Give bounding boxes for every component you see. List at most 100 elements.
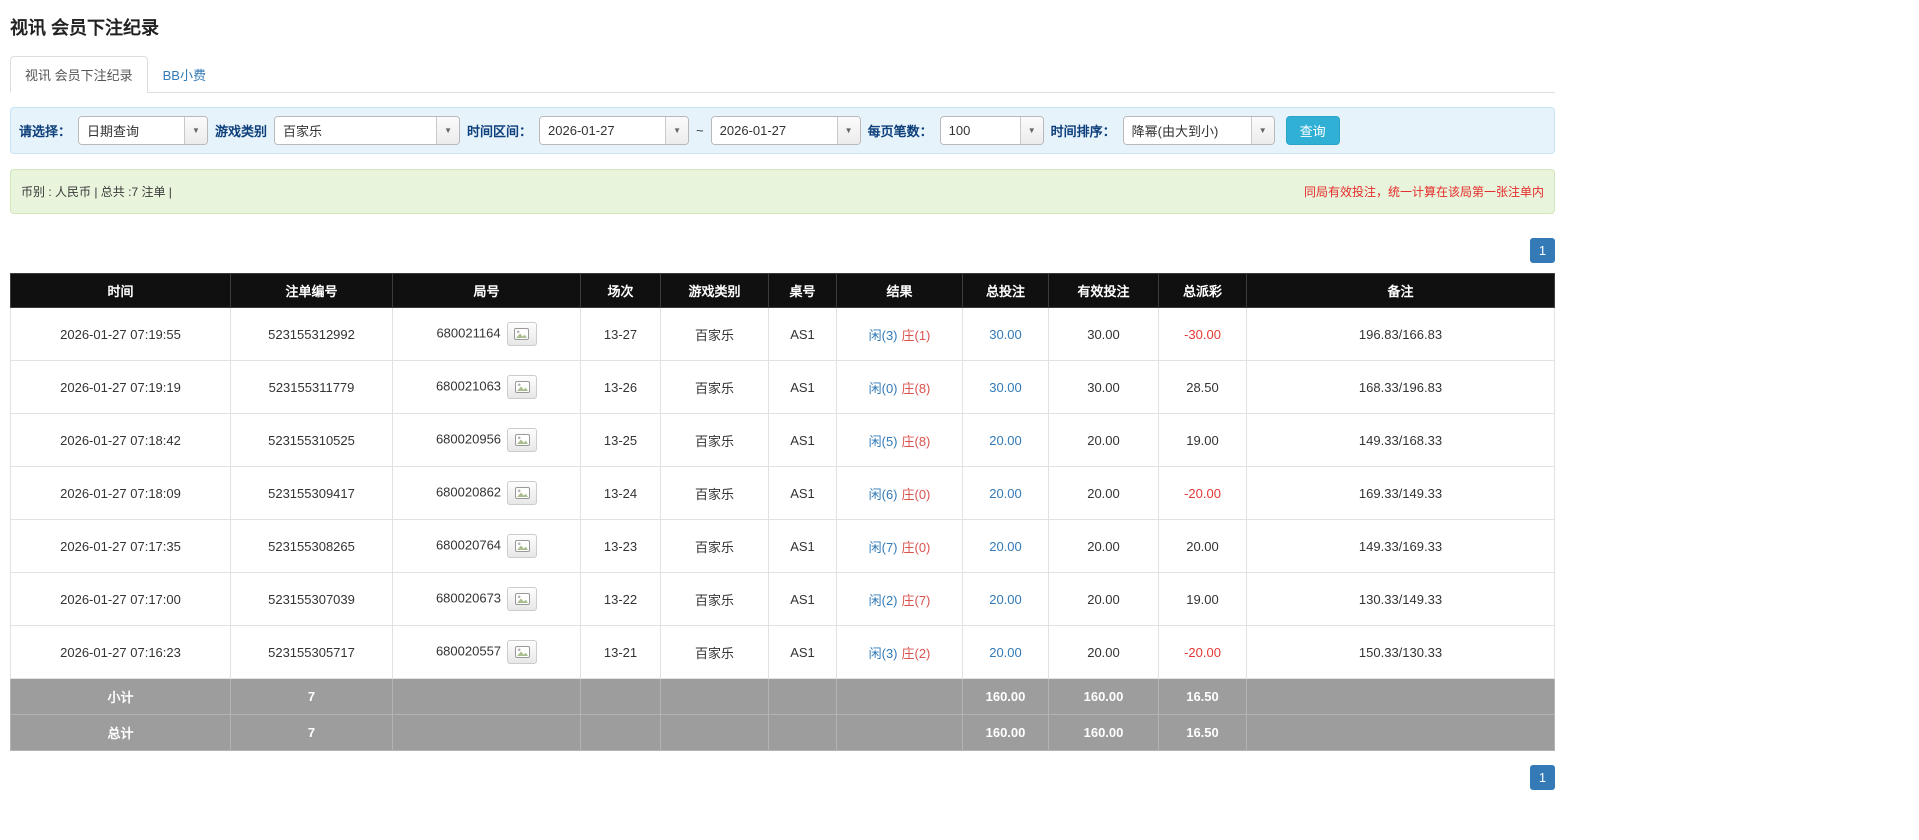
dropdown-arrow-icon[interactable]: ▼ [836,117,860,144]
cell-result: 闲(6) 庄(0) [836,466,963,520]
round-media-button[interactable] [506,322,537,346]
result-player: 闲(6) [868,486,898,502]
pagination-bottom: 1 [10,765,1555,790]
dropdown-arrow-icon[interactable]: ▼ [1250,117,1274,144]
total-count: 7 [230,714,393,751]
tab-bb-tips[interactable]: BB小费 [148,56,221,93]
cell-result: 闲(5) 庄(8) [836,413,963,467]
cell-time: 2026-01-27 07:18:09 [10,466,231,520]
cell-valid-bet: 30.00 [1048,360,1159,414]
total-label: 总计 [10,714,231,751]
cell-game-type: 百家乐 [660,360,769,414]
header-valid-bet: 有效投注 [1048,273,1159,308]
cell-total-bet[interactable]: 20.00 [962,519,1049,573]
date-range-separator: ~ [696,123,704,138]
date-from-input[interactable] [540,117,666,144]
page-size-input[interactable] [940,117,1020,144]
cell-table-no: AS1 [768,625,837,679]
cell-total-bet[interactable]: 20.00 [962,625,1049,679]
subtotal-total-bet: 160.00 [962,678,1049,715]
cell-payout: 19.00 [1158,413,1247,467]
cell-round: 680020673 [392,572,581,626]
cell-bet-id: 523155309417 [230,466,393,520]
result-banker: 庄(1) [901,327,931,343]
cell-payout: 20.00 [1158,519,1247,573]
image-icon [514,646,530,658]
cell-valid-bet: 20.00 [1048,413,1159,467]
cell-payout: 28.50 [1158,360,1247,414]
image-icon [514,381,530,393]
header-result: 结果 [836,273,963,308]
game-type-input[interactable] [275,117,437,144]
cell-note: 150.33/130.33 [1246,625,1555,679]
result-banker: 庄(0) [901,486,931,502]
page-1-button[interactable]: 1 [1530,238,1555,263]
page-size-combo: ▼ [939,116,1044,145]
cell-session: 13-23 [580,519,661,573]
header-game-type: 游戏类别 [660,273,769,308]
round-media-button[interactable] [507,481,538,505]
sort-combo: ▼ [1122,116,1275,145]
page-size-label: 每页笔数： [867,124,933,139]
dropdown-arrow-icon[interactable]: ▼ [436,117,460,144]
cell-time: 2026-01-27 07:16:23 [10,625,231,679]
dropdown-arrow-icon[interactable]: ▼ [1019,117,1043,144]
cell-note: 168.33/196.83 [1246,360,1555,414]
result-banker: 庄(7) [901,592,931,608]
sort-input[interactable] [1123,117,1251,144]
table-header-row: 时间 注单编号 局号 场次 游戏类别 桌号 结果 总投注 有效投注 总派彩 备注 [10,273,1555,308]
subtotal-payout: 16.50 [1158,678,1247,715]
cell-time: 2026-01-27 07:17:00 [10,572,231,626]
cell-game-type: 百家乐 [660,519,769,573]
cell-table-no: AS1 [768,572,837,626]
date-range-label: 时间区间： [467,124,533,139]
table-row: 2026-01-27 07:17:35 523155308265 6800207… [10,519,1555,573]
cell-bet-id: 523155308265 [230,519,393,573]
cell-payout: -20.00 [1158,466,1247,520]
cell-time: 2026-01-27 07:19:55 [10,307,231,361]
header-session: 场次 [580,273,661,308]
cell-total-bet[interactable]: 20.00 [962,572,1049,626]
cell-session: 13-25 [580,413,661,467]
tab-bar: 视讯 会员下注纪录 BB小费 [10,56,1555,93]
cell-payout: 19.00 [1158,572,1247,626]
notice-text: 同局有效投注，统一计算在该局第一张注单内 [1303,185,1544,199]
cell-table-no: AS1 [768,413,837,467]
cell-total-bet[interactable]: 30.00 [962,360,1049,414]
cell-bet-id: 523155311779 [230,360,393,414]
round-media-button[interactable] [507,428,538,452]
cell-table-no: AS1 [768,466,837,520]
cell-note: 130.33/149.33 [1246,572,1555,626]
cell-total-bet[interactable]: 20.00 [962,413,1049,467]
image-icon [514,540,530,552]
tab-betting-records[interactable]: 视讯 会员下注纪录 [10,56,148,93]
dropdown-arrow-icon[interactable]: ▼ [665,117,689,144]
round-id: 680020673 [435,590,502,606]
result-player: 闲(3) [868,327,898,343]
dropdown-arrow-icon[interactable]: ▼ [184,117,208,144]
cell-total-bet[interactable]: 30.00 [962,307,1049,361]
search-button[interactable]: 查询 [1285,116,1340,145]
round-media-button[interactable] [507,534,538,558]
result-player: 闲(7) [868,539,898,555]
cell-payout: -30.00 [1158,307,1247,361]
round-media-button[interactable] [507,587,538,611]
page-1-button[interactable]: 1 [1530,765,1555,790]
cell-valid-bet: 20.00 [1048,466,1159,520]
cell-session: 13-21 [580,625,661,679]
cell-total-bet[interactable]: 20.00 [962,466,1049,520]
query-type-input[interactable] [79,117,185,144]
cell-table-no: AS1 [768,519,837,573]
cell-bet-id: 523155310525 [230,413,393,467]
cell-valid-bet: 20.00 [1048,572,1159,626]
date-to-input[interactable] [711,117,837,144]
header-note: 备注 [1246,273,1555,308]
cell-round: 680020557 [392,625,581,679]
round-media-button[interactable] [507,640,538,664]
round-media-button[interactable] [507,375,538,399]
cell-result: 闲(0) 庄(8) [836,360,963,414]
cell-round: 680021164 [392,307,581,361]
cell-session: 13-24 [580,466,661,520]
cell-table-no: AS1 [768,307,837,361]
cell-session: 13-27 [580,307,661,361]
